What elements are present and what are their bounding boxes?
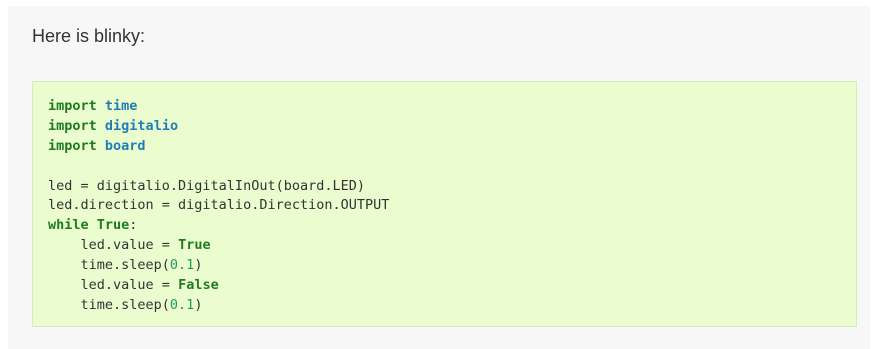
code-line-8: led.value = True xyxy=(48,236,389,256)
intro-paragraph: Here is blinky: xyxy=(32,26,146,46)
statement: time.sleep( xyxy=(80,296,170,313)
statement: led.value = xyxy=(80,237,179,254)
code-line-9: time.sleep(0.1) xyxy=(80,257,203,274)
code-line-10: led.value = False xyxy=(48,276,389,296)
module-name: time xyxy=(104,98,138,114)
statement: time.sleep( xyxy=(80,257,170,274)
keyword-while: while xyxy=(48,217,89,234)
keyword-import: import xyxy=(48,98,97,114)
code-line-1: import time xyxy=(48,97,389,117)
code-block[interactable]: import time import digitalio import board l… xyxy=(32,81,857,327)
page: Here is blinky: import time import digita… xyxy=(0,0,871,349)
module-name: board xyxy=(104,137,146,154)
code-line-11: time.sleep(0.1) xyxy=(80,296,203,313)
code-listing: import time import digitalio import board l… xyxy=(48,97,389,316)
constant-false: False xyxy=(178,277,219,294)
code-line-7: while True: xyxy=(48,217,138,234)
module-name: digitalio xyxy=(104,117,179,134)
keyword-import: import xyxy=(48,117,97,134)
code-line-6: led.direction = digitalio.Direction.OUTP… xyxy=(48,197,390,214)
code-line-2: import digitalio xyxy=(48,117,389,137)
statement: led.value = xyxy=(80,277,179,294)
constant-true: True xyxy=(178,237,211,254)
keyword-import: import xyxy=(48,137,97,154)
code-line-3: import board xyxy=(48,137,389,157)
number-literal: 0.1 xyxy=(169,296,195,313)
code-line-5: led = digitalio.DigitalInOut(board.LED) xyxy=(48,177,365,194)
number-literal: 0.1 xyxy=(169,257,195,274)
keyword-true: True xyxy=(96,217,130,234)
